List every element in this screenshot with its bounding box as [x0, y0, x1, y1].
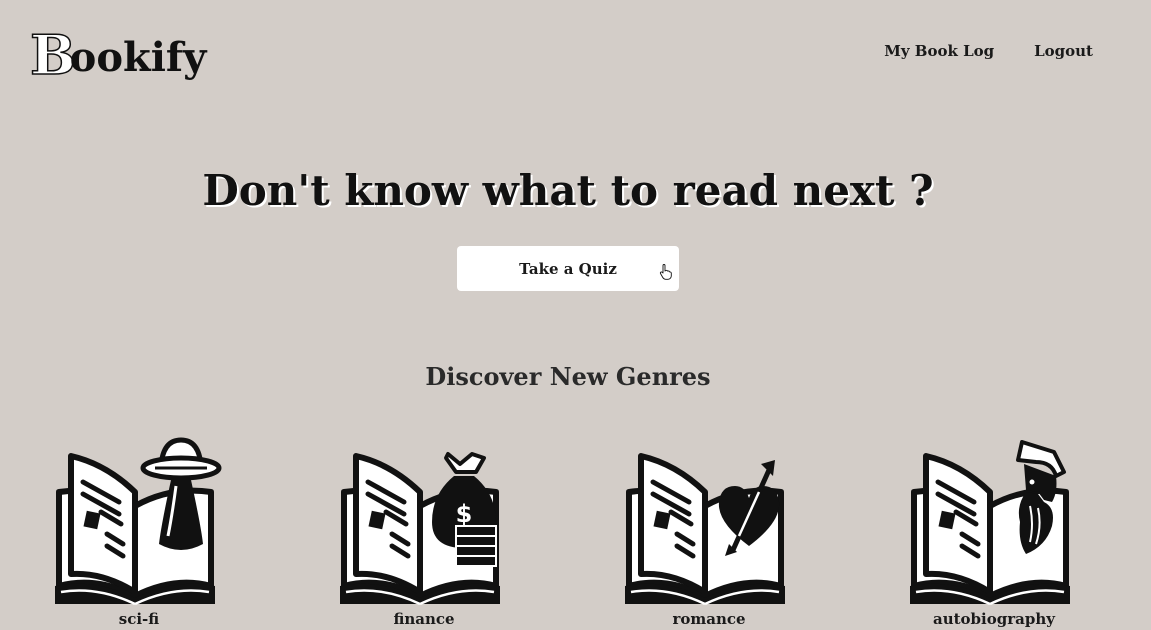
nav-logout-link[interactable]: Logout — [1034, 42, 1093, 60]
pointer-cursor-icon — [659, 264, 672, 280]
genre-card-autobiography[interactable]: autobiography — [894, 436, 1094, 628]
book-bearded-man-icon — [906, 440, 1082, 608]
genre-card-finance[interactable]: $ finance — [324, 436, 524, 628]
header: B ookify My Book Log Logout — [0, 0, 1151, 100]
book-heart-arrow-icon — [621, 436, 797, 608]
book-ufo-icon — [51, 437, 222, 608]
nav-book-log-link[interactable]: My Book Log — [884, 42, 994, 60]
logo-initial: B — [29, 23, 76, 87]
genres-section-title: Discover New Genres — [425, 362, 711, 391]
take-quiz-button[interactable]: Take a Quiz — [457, 246, 679, 291]
svg-text:$: $ — [456, 500, 473, 528]
genre-card-romance[interactable]: romance — [609, 436, 809, 628]
genre-card-sci-fi[interactable]: sci-fi — [39, 436, 239, 628]
main-nav: My Book Log Logout — [884, 42, 1093, 60]
hero-title: Don't know what to read next ? — [202, 166, 934, 215]
logo-text: ookify — [69, 34, 207, 81]
brand-logo[interactable]: B ookify — [29, 18, 207, 87]
book-money-bag-icon: $ — [336, 452, 512, 608]
